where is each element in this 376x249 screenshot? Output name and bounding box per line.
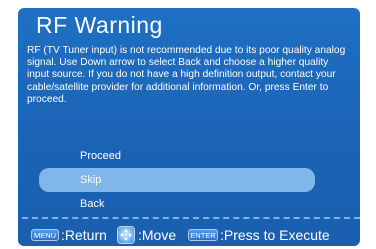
enter-hint-label: :Press to Execute: [220, 227, 330, 243]
menu-key-icon: MENU: [31, 229, 59, 241]
move-hint-label: :Move: [138, 227, 177, 243]
option-skip[interactable]: Skip: [39, 168, 315, 192]
option-back[interactable]: Back: [39, 192, 315, 216]
warning-message: RF (TV Tuner input) is not recommended d…: [27, 45, 346, 105]
enter-key-icon: ENTER: [188, 229, 218, 241]
menu-hint-label: :Return: [61, 227, 107, 243]
footer-hints: MENU :Return :Move ENTER :Press to Execu…: [18, 224, 360, 246]
footer-divider: [22, 217, 360, 219]
dpad-icon: [117, 226, 135, 244]
dialog-title: RF Warning: [36, 12, 163, 38]
option-proceed[interactable]: Proceed: [39, 144, 315, 168]
rf-warning-dialog: RF Warning RF (TV Tuner input) is not re…: [18, 8, 360, 246]
